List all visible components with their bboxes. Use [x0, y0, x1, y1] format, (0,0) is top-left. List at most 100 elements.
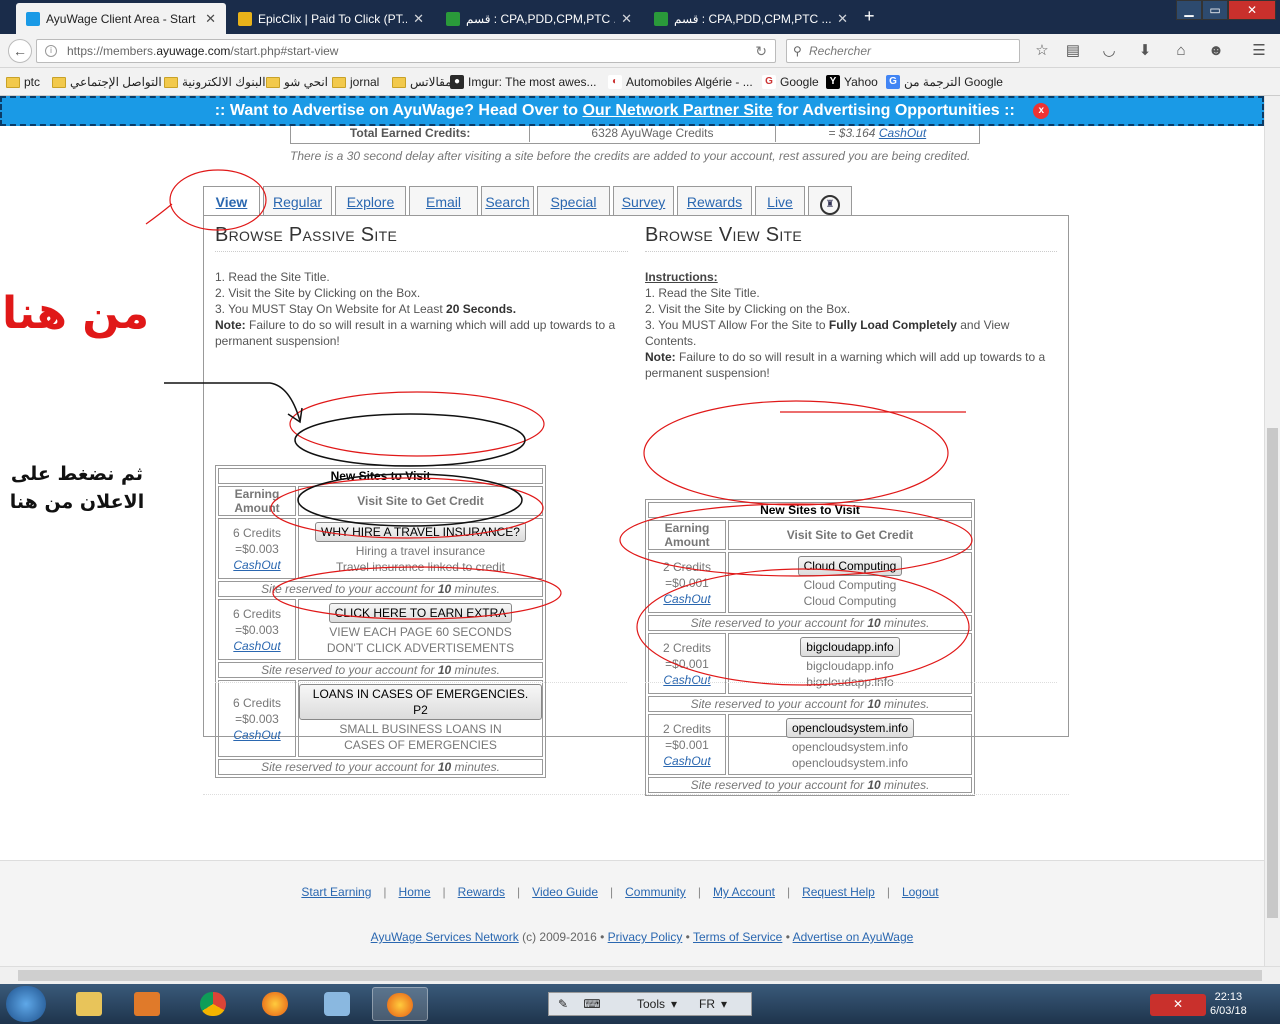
vertical-scrollbar[interactable]: [1264, 96, 1280, 966]
chat-icon[interactable]: ☻: [1207, 42, 1225, 60]
bookmark-item[interactable]: G Google: [762, 75, 819, 89]
cashout-link[interactable]: CashOut: [233, 558, 280, 572]
footer-link[interactable]: Home: [399, 885, 431, 899]
pocket-icon[interactable]: ◡: [1100, 42, 1118, 60]
download-icon[interactable]: ⬇: [1136, 42, 1154, 60]
footer-link[interactable]: Start Earning: [301, 885, 371, 899]
bookmark-item[interactable]: ● Imgur: The most awes...: [450, 75, 597, 89]
media-taskbar-item[interactable]: [120, 987, 176, 1021]
site-description-1: SMALL BUSINESS LOANS IN: [339, 722, 502, 736]
bookmark-star-icon[interactable]: ☆: [1033, 42, 1051, 60]
back-arrow-icon[interactable]: ←: [8, 39, 32, 63]
tools-label[interactable]: Tools: [637, 997, 665, 1011]
bookmark-item[interactable]: ◐ Automobiles Algérie - ...: [608, 75, 753, 89]
advertise-banner: :: Want to Advertise on AyuWage? Head Ov…: [0, 96, 1264, 126]
start-button[interactable]: [6, 986, 46, 1022]
info-icon[interactable]: i: [45, 45, 57, 57]
footer-link[interactable]: Video Guide: [532, 885, 598, 899]
visit-site-button[interactable]: bigcloudapp.info: [800, 637, 900, 657]
firefox-taskbar-item[interactable]: [248, 987, 304, 1021]
chrome-taskbar-item[interactable]: [186, 987, 242, 1021]
site-favicon-icon: G: [762, 75, 776, 89]
terms-link[interactable]: Terms of Service: [693, 930, 782, 944]
reading-list-icon[interactable]: ▤: [1064, 42, 1082, 60]
tab-explore[interactable]: Explore: [335, 186, 406, 216]
bookmark-item[interactable]: G الترجمة من Google: [886, 75, 1003, 89]
tools-dropdown-icon[interactable]: ▾: [671, 997, 677, 1011]
credits-amount: 6 Credits: [232, 606, 282, 621]
search-input[interactable]: ⚲ Rechercher: [786, 39, 1020, 63]
cashout-link[interactable]: CashOut: [663, 673, 710, 687]
new-tab-button[interactable]: +: [864, 6, 875, 27]
bookmark-item[interactable]: Y Yahoo: [826, 75, 878, 89]
visit-site-button[interactable]: opencloudsystem.info: [785, 718, 915, 738]
footer-link[interactable]: My Account: [713, 885, 775, 899]
banner-close-icon[interactable]: x: [1033, 102, 1050, 119]
horizontal-scroll-thumb[interactable]: [18, 970, 1262, 981]
partner-site-link[interactable]: Our Network Partner Site: [582, 102, 772, 119]
bookmark-item[interactable]: jornal: [332, 75, 379, 89]
bookmark-item[interactable]: ptc: [6, 75, 40, 89]
close-icon[interactable]: ✕: [1150, 994, 1206, 1016]
tab-rewards[interactable]: Rewards: [677, 186, 752, 216]
menu-icon[interactable]: ☰: [1250, 42, 1268, 60]
tab-close-icon[interactable]: ✕: [837, 11, 848, 27]
visit-cell: bigcloudapp.info bigcloudapp.info bigcloud…: [728, 633, 972, 694]
visit-site-button[interactable]: Cloud Computing: [797, 556, 903, 576]
network-link[interactable]: AyuWage Services Network: [371, 930, 519, 944]
browser-tab[interactable]: قسم : CPA,PDD,CPM,PTC .... ✕: [644, 3, 858, 34]
pen-icon[interactable]: ✎: [549, 997, 577, 1011]
explorer-taskbar-item[interactable]: [62, 987, 118, 1021]
footer-link[interactable]: Logout: [902, 885, 939, 899]
tab-trophy[interactable]: ♜: [808, 186, 852, 216]
tab-view[interactable]: View: [203, 186, 260, 217]
footer-link[interactable]: Request Help: [802, 885, 875, 899]
bookmark-item[interactable]: التواصل الإجتماعي: [52, 75, 162, 89]
visit-site-button[interactable]: LOANS IN CASES OF EMERGENCIES. P2: [299, 684, 542, 720]
language-label[interactable]: FR: [699, 997, 715, 1011]
paint-taskbar-item[interactable]: [310, 987, 366, 1021]
reload-icon[interactable]: ↻: [755, 40, 767, 62]
vertical-scroll-thumb[interactable]: [1267, 428, 1278, 918]
passive-step-3: 3. You MUST Stay On Website for At Least: [215, 302, 447, 316]
language-dropdown-icon[interactable]: ▾: [721, 997, 727, 1011]
minimize-button[interactable]: ▁: [1176, 0, 1202, 20]
tab-special[interactable]: Special: [537, 186, 610, 216]
visit-site-button[interactable]: CLICK HERE TO EARN EXTRA: [328, 603, 513, 623]
browser-tab[interactable]: قسم : CPA,PDD,CPM,PTC .... ✕: [436, 3, 642, 34]
cashout-link[interactable]: CashOut: [663, 754, 710, 768]
tab-search[interactable]: Search: [481, 186, 534, 216]
cashout-link[interactable]: CashOut: [663, 592, 710, 606]
browser-tab[interactable]: EpicClix | Paid To Click (PT... ✕: [228, 3, 434, 34]
annotation-red-pointer: [145, 203, 173, 225]
visit-site-button[interactable]: WHY HIRE A TRAVEL INSURANCE?: [315, 522, 526, 542]
cashout-link[interactable]: CashOut: [233, 728, 280, 742]
tab-survey[interactable]: Survey: [613, 186, 674, 216]
privacy-link[interactable]: Privacy Policy: [608, 930, 683, 944]
bookmark-label: Yahoo: [844, 75, 878, 89]
maximize-button[interactable]: ▭: [1202, 0, 1228, 20]
tab-close-icon[interactable]: ✕: [413, 11, 424, 27]
keyboard-icon[interactable]: ⌨: [577, 997, 607, 1011]
bookmark-item[interactable]: انحي شو: [266, 75, 328, 89]
bookmark-item[interactable]: مقالاتس: [392, 75, 452, 89]
footer-link[interactable]: Rewards: [458, 885, 505, 899]
column-header-earning: Earning Amount: [218, 486, 296, 516]
advertise-link[interactable]: Advertise on AyuWage: [793, 930, 914, 944]
horizontal-scrollbar[interactable]: [0, 966, 1280, 984]
home-icon[interactable]: ⌂: [1172, 42, 1190, 60]
tab-close-icon[interactable]: ✕: [205, 11, 216, 27]
bookmark-item[interactable]: البنوك الالكترونية: [164, 75, 266, 89]
tab-live[interactable]: Live: [755, 186, 805, 216]
url-bar[interactable]: i https://members.ayuwage.com/start.php#…: [36, 39, 776, 63]
browser-tab[interactable]: AyuWage Client Area - Start Ea... ✕: [16, 3, 226, 34]
firefox-active-taskbar-item[interactable]: [372, 987, 428, 1021]
tab-regular[interactable]: Regular: [263, 186, 332, 216]
tab-close-icon[interactable]: ✕: [621, 11, 632, 27]
cashout-link[interactable]: CashOut: [879, 126, 926, 140]
window-close-button[interactable]: ✕: [1228, 0, 1276, 20]
cashout-link[interactable]: CashOut: [233, 639, 280, 653]
system-clock: 22:13 6/03/18: [1210, 990, 1247, 1018]
footer-link[interactable]: Community: [625, 885, 686, 899]
tab-email[interactable]: Email: [409, 186, 478, 216]
